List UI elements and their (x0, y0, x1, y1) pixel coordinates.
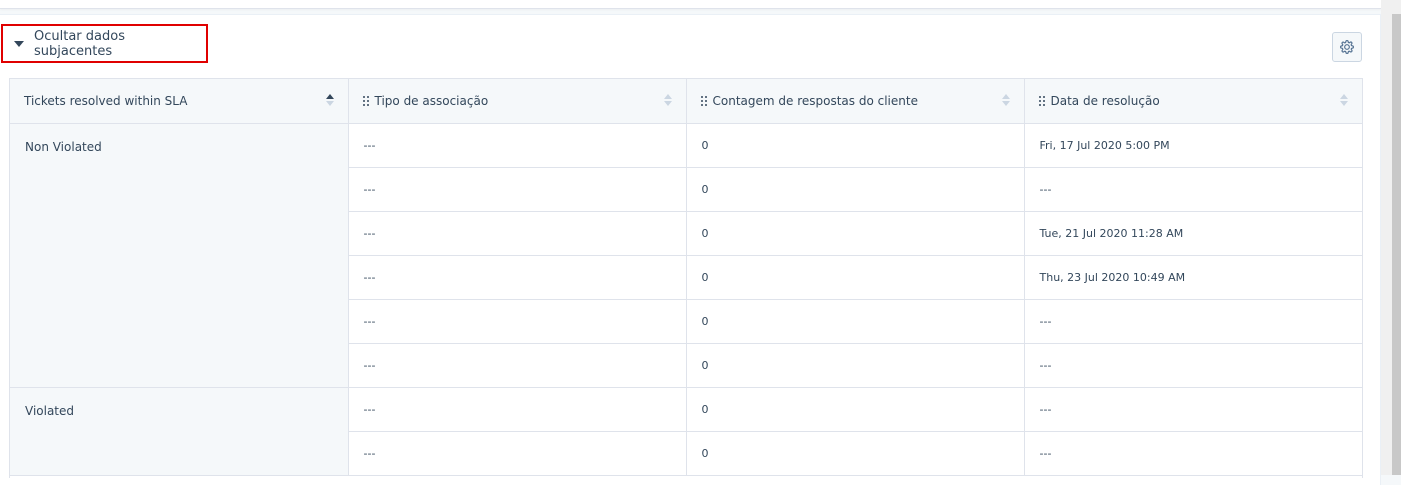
cell-contagem-respostas: 0 (686, 343, 1025, 388)
scrollbar-thumb[interactable] (1392, 14, 1401, 475)
drag-handle-icon[interactable] (700, 96, 707, 107)
table-header-row: Tickets resolved within SLA Tipo de asso… (10, 79, 1362, 124)
column-header-contagem-respostas[interactable]: Contagem de respostas do cliente (686, 79, 1025, 124)
cell-data-resolucao: --- (1024, 431, 1362, 476)
sort-icon[interactable] (663, 93, 672, 107)
cell-data-resolucao: --- (1024, 343, 1362, 388)
column-header-sla[interactable]: Tickets resolved within SLA (10, 79, 349, 124)
gear-icon (1340, 40, 1354, 54)
drag-handle-icon[interactable] (362, 96, 369, 107)
column-header-label: Tipo de associação (374, 93, 489, 108)
column-header-tipo-associacao[interactable]: Tipo de associação (348, 79, 687, 124)
cell-contagem-respostas: 0 (686, 431, 1025, 476)
sort-icon[interactable] (1340, 93, 1348, 107)
cell-contagem-respostas: 0 (686, 123, 1025, 168)
cell-tipo-associacao: --- (348, 387, 687, 432)
cell-data-resolucao: Thu, 23 Jul 2020 10:49 AM (1024, 255, 1362, 300)
cell-contagem-respostas: 0 (686, 211, 1025, 256)
top-panel-edge (0, 0, 1381, 9)
table-settings-button[interactable] (1332, 32, 1362, 62)
caret-down-icon (14, 40, 24, 47)
underlying-data-table: Tickets resolved within SLA Tipo de asso… (10, 79, 1362, 476)
hide-underlying-data-toggle[interactable]: Ocultar dados subjacentes (1, 24, 208, 63)
column-header-label: Tickets resolved within SLA (24, 93, 188, 108)
table-row: Violated --- 0 --- (10, 387, 1362, 476)
cell-data-resolucao: --- (1024, 167, 1362, 212)
cell-tipo-associacao: --- (348, 431, 687, 476)
cell-tipo-associacao: --- (348, 211, 687, 256)
cell-data-resolucao: --- (1024, 387, 1362, 432)
sort-icon[interactable] (325, 93, 334, 107)
column-header-data-resolucao[interactable]: Data de resolução (1024, 79, 1362, 124)
cell-contagem-respostas: 0 (686, 167, 1025, 212)
cell-contagem-respostas: 0 (686, 299, 1025, 344)
column-header-label: Contagem de respostas do cliente (712, 93, 918, 108)
sort-icon[interactable] (1001, 93, 1010, 107)
column-header-label: Data de resolução (1050, 93, 1160, 108)
cell-data-resolucao: --- (1024, 299, 1362, 344)
cell-tipo-associacao: --- (348, 343, 687, 388)
cell-tipo-associacao: --- (348, 255, 687, 300)
cell-tipo-associacao: --- (348, 123, 687, 168)
underlying-data-table-container: Tickets resolved within SLA Tipo de asso… (9, 78, 1363, 478)
toggle-label: Ocultar dados subjacentes (34, 28, 125, 59)
group-cell-non-violated: Non Violated (10, 123, 349, 388)
cell-contagem-respostas: 0 (686, 255, 1025, 300)
table-row: Non Violated --- 0 Fri, 17 Jul 2020 5:00… (10, 123, 1362, 388)
cell-data-resolucao: Tue, 21 Jul 2020 11:28 AM (1024, 211, 1362, 256)
cell-contagem-respostas: 0 (686, 387, 1025, 432)
group-cell-violated: Violated (10, 387, 349, 476)
drag-handle-icon[interactable] (1038, 96, 1045, 107)
cell-data-resolucao: Fri, 17 Jul 2020 5:00 PM (1024, 123, 1362, 168)
cell-tipo-associacao: --- (348, 299, 687, 344)
cell-tipo-associacao: --- (348, 167, 687, 212)
